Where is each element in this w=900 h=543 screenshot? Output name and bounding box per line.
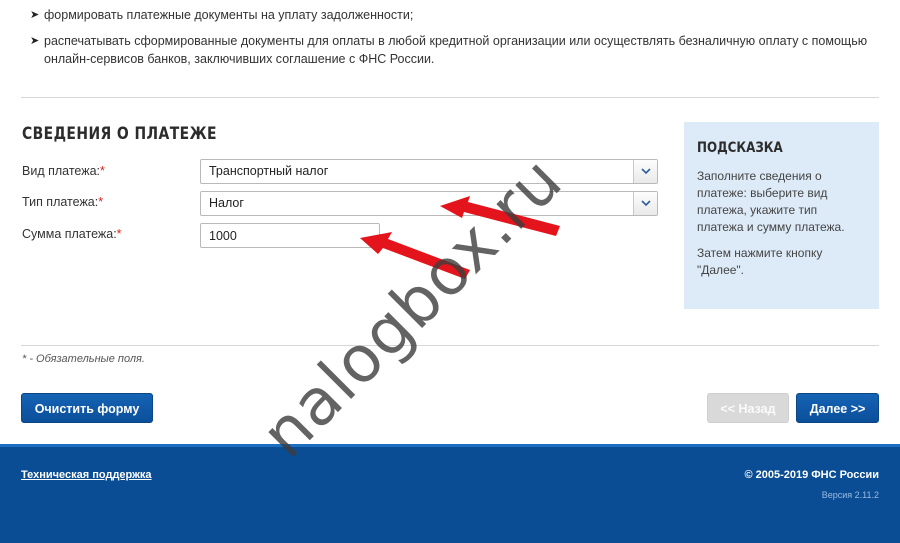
footer (0, 444, 900, 543)
support-link[interactable]: Техническая поддержка (21, 469, 152, 481)
payment-kind-value: Транспортный налог (209, 164, 329, 178)
required-mark: * (98, 195, 104, 209)
chevron-right-icon: ➤ (30, 35, 40, 47)
amount-input[interactable]: 1000 (200, 223, 380, 248)
clear-form-button[interactable]: Очистить форму (21, 393, 153, 423)
back-button[interactable]: << Назад (707, 393, 789, 423)
payment-kind-select[interactable]: Транспортный налог (200, 159, 658, 184)
chevron-down-icon[interactable] (633, 160, 657, 183)
required-mark: * (116, 227, 122, 241)
amount-label: Сумма платежа:* (22, 227, 122, 241)
hint-panel: ПОДСКАЗКА Заполните сведения о платеже: … (684, 122, 879, 309)
intro-item: ➤ формировать платежные документы на упла… (30, 8, 414, 22)
payment-type-label: Тип платежа:* (22, 195, 104, 209)
hint-title: ПОДСКАЗКА (697, 140, 783, 156)
intro-item: ➤ распечатывать сформированные документы … (30, 34, 868, 66)
footer-divider (0, 444, 900, 447)
required-note: * - Обязательные поля. (22, 353, 145, 365)
payment-type-select[interactable]: Налог (200, 191, 658, 216)
chevron-right-icon: ➤ (30, 9, 40, 21)
hint-text: Затем нажмите кнопку "Далее". (697, 246, 823, 277)
payment-kind-label: Вид платежа:* (22, 164, 105, 178)
divider (21, 345, 879, 346)
divider (21, 97, 879, 98)
section-title: СВЕДЕНИЯ О ПЛАТЕЖЕ (22, 124, 217, 144)
hint-text: Заполните сведения о платеже: выберите в… (697, 169, 845, 234)
next-button[interactable]: Далее >> (796, 393, 879, 423)
intro-list: ➤ формировать платежные документы на упла… (30, 6, 880, 76)
payment-type-value: Налог (209, 196, 244, 210)
copyright: © 2005-2019 ФНС России (744, 469, 879, 481)
version-label: Версия 2.11.2 (821, 490, 879, 500)
chevron-down-icon[interactable] (633, 192, 657, 215)
required-mark: * (100, 164, 105, 178)
